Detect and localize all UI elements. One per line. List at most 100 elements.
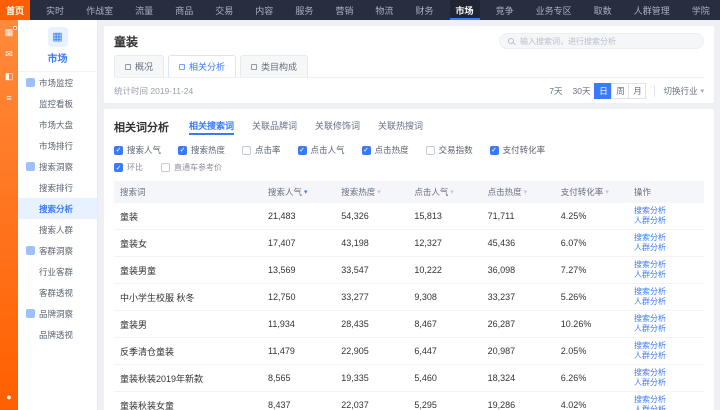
column-header[interactable]: 搜索人气▾ (268, 186, 341, 198)
apps-icon[interactable]: ▦ (5, 28, 14, 37)
nav-item[interactable]: 实时 (40, 0, 70, 20)
sidebar-item[interactable]: 搜索洞察 (18, 156, 97, 177)
nav-item[interactable]: 首页 (0, 0, 30, 20)
subtab[interactable]: 关联热搜词 (378, 119, 423, 135)
search-analysis-link[interactable]: 搜索分析 (634, 368, 698, 378)
row-value: 9,308 (414, 292, 487, 302)
metric-checkbox[interactable]: ✓支付转化率 (490, 144, 546, 156)
nav-item[interactable]: 流量 (129, 0, 159, 20)
notification-dot (13, 26, 17, 30)
subtab[interactable]: 关联修饰词 (315, 119, 360, 135)
nav-item[interactable]: 物流 (369, 0, 399, 20)
nav-item[interactable]: 取数 (588, 0, 618, 20)
row-actions: 搜索分析人群分析 (634, 368, 698, 389)
column-header[interactable]: 点击人气▾ (414, 186, 487, 198)
nav-item[interactable]: 商品 (169, 0, 199, 20)
chart-icon[interactable]: ◧ (5, 72, 14, 81)
date-range-button[interactable]: 30天 (568, 83, 596, 99)
search-analysis-link[interactable]: 搜索分析 (634, 233, 698, 243)
row-value: 8,467 (414, 319, 487, 329)
subtab[interactable]: 相关搜索词 (189, 119, 234, 135)
audience-analysis-link[interactable]: 人群分析 (634, 351, 698, 361)
nav-item[interactable]: 竞争 (490, 0, 520, 20)
metric-checkbox[interactable]: ✓搜索人气 (114, 144, 161, 156)
search-analysis-link[interactable]: 搜索分析 (634, 287, 698, 297)
metric-checkbox-label: 支付转化率 (503, 144, 546, 156)
nav-item[interactable]: 市场 (450, 0, 480, 20)
nav-item[interactable]: 学院 (686, 0, 716, 20)
sidebar-item[interactable]: 市场排行 (18, 135, 97, 156)
tab-item[interactable]: 概况 (114, 55, 164, 77)
tab-active[interactable]: 相关分析 (168, 55, 236, 77)
search-input[interactable]: 输入搜索词，进行搜索分析 (499, 33, 704, 49)
search-analysis-link[interactable]: 搜索分析 (634, 206, 698, 216)
sort-caret-icon: ▾ (524, 188, 528, 196)
sidebar-item[interactable]: 品牌洞察 (18, 303, 97, 324)
search-analysis-link[interactable]: 搜索分析 (634, 395, 698, 405)
metric-checkboxes: ✓搜索人气 ✓搜索热度 点击率 ✓点击人气 ✓点击热度 交易指数 ✓支付转化率 (114, 144, 704, 156)
nav-item[interactable]: 内容 (249, 0, 279, 20)
nav-item[interactable]: 财务 (409, 0, 439, 20)
option-checkbox[interactable]: 直通车参考价 (161, 162, 222, 173)
nav-item[interactable]: 人群管理 (628, 0, 676, 20)
metric-checkbox[interactable]: ✓点击热度 (362, 144, 409, 156)
metric-checkbox[interactable]: 点击率 (242, 144, 281, 156)
sidebar-item[interactable]: 市场大盘 (18, 114, 97, 135)
audience-analysis-link[interactable]: 人群分析 (634, 405, 698, 410)
search-analysis-link[interactable]: 搜索分析 (634, 260, 698, 270)
tab-label: 类目构成 (261, 60, 297, 73)
column-header[interactable]: 搜索热度▾ (341, 186, 414, 198)
row-value: 7.27% (561, 265, 634, 275)
date-range-button[interactable]: 周 (611, 83, 629, 99)
message-icon[interactable]: ✉ (5, 50, 13, 59)
audience-analysis-link[interactable]: 人群分析 (634, 378, 698, 388)
nav-item[interactable]: 作战室 (80, 0, 119, 20)
sidebar-item[interactable]: 监控看板 (18, 93, 97, 114)
metric-checkbox[interactable]: ✓搜索热度 (178, 144, 225, 156)
sidebar-item[interactable]: 搜索分析 (18, 198, 97, 219)
metric-checkbox-label: 搜索人气 (127, 144, 161, 156)
chevron-down-icon: ▾ (700, 87, 704, 95)
table-row: 童装21,48354,32615,81371,7114.25%搜索分析人群分析 (114, 203, 704, 230)
column-header[interactable]: 点击热度▾ (488, 186, 561, 198)
sidebar-item[interactable]: 搜索人群 (18, 219, 97, 240)
menu-icon[interactable]: ≡ (6, 94, 11, 103)
sidebar-item[interactable]: 市场监控 (18, 72, 97, 93)
user-icon[interactable]: ● (6, 393, 11, 402)
sidebar-item[interactable]: 客群洞察 (18, 240, 97, 261)
row-keyword: 中小学生校服 秋冬 (120, 291, 268, 304)
subtab[interactable]: 关联品牌词 (252, 119, 297, 135)
date-range-button[interactable]: 7天 (544, 83, 567, 99)
column-header: 操作 (634, 186, 698, 198)
date-range-button[interactable]: 日 (594, 83, 612, 99)
search-analysis-link[interactable]: 搜索分析 (634, 314, 698, 324)
stat-time: 统计时间 2019-11-24 (114, 85, 193, 97)
search-placeholder: 输入搜索词，进行搜索分析 (520, 36, 616, 47)
row-actions: 搜索分析人群分析 (634, 206, 698, 227)
metric-checkbox[interactable]: 交易指数 (426, 144, 473, 156)
option-checkbox[interactable]: ✓环比 (114, 162, 143, 173)
search-analysis-link[interactable]: 搜索分析 (634, 341, 698, 351)
audience-analysis-link[interactable]: 人群分析 (634, 243, 698, 253)
audience-analysis-link[interactable]: 人群分析 (634, 270, 698, 280)
nav-item[interactable]: 服务 (289, 0, 319, 20)
sidebar-item[interactable]: 搜索排行 (18, 177, 97, 198)
nav-item[interactable]: 交易 (209, 0, 239, 20)
industry-switch-dropdown[interactable]: 切换行业▾ (663, 85, 704, 97)
checkbox-icon (161, 163, 170, 172)
column-header[interactable]: 支付转化率▾ (561, 186, 634, 198)
date-range-button[interactable]: 月 (628, 83, 646, 99)
row-value: 33,237 (488, 292, 561, 302)
sidebar-item[interactable]: 品牌透视 (18, 324, 97, 345)
metric-checkbox[interactable]: ✓点击人气 (298, 144, 345, 156)
row-value: 8,437 (268, 400, 341, 410)
audience-analysis-link[interactable]: 人群分析 (634, 297, 698, 307)
audience-analysis-link[interactable]: 人群分析 (634, 216, 698, 226)
tab-item[interactable]: 类目构成 (240, 55, 308, 77)
nav-item[interactable]: 营销 (329, 0, 359, 20)
sidebar-item[interactable]: 客群透视 (18, 282, 97, 303)
nav-item[interactable]: 业务专区 (530, 0, 578, 20)
row-value: 45,436 (488, 238, 561, 248)
audience-analysis-link[interactable]: 人群分析 (634, 324, 698, 334)
sidebar-item[interactable]: 行业客群 (18, 261, 97, 282)
